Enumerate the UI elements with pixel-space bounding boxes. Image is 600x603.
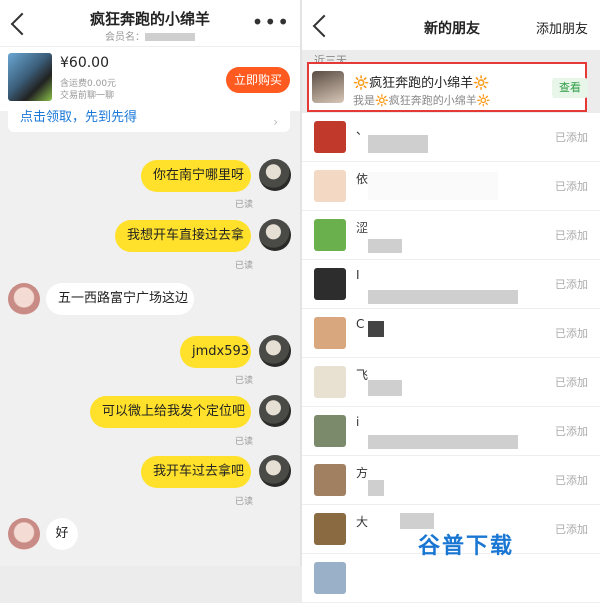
my-avatar[interactable] bbox=[259, 219, 291, 251]
friend-avatar bbox=[314, 317, 346, 349]
blurred-name bbox=[400, 513, 434, 529]
blurred-name bbox=[368, 135, 428, 153]
added-status: 已添加 bbox=[555, 474, 588, 487]
contact-avatar[interactable] bbox=[8, 283, 40, 315]
friend-avatar bbox=[314, 513, 346, 545]
add-friend-button[interactable]: 添加朋友 bbox=[536, 18, 588, 37]
friend-row[interactable]: 飞 已添加 bbox=[302, 358, 600, 407]
blurred-name bbox=[368, 480, 384, 496]
friend-name: 大 bbox=[356, 515, 369, 529]
message-bubble-received[interactable]: 好 bbox=[46, 518, 78, 550]
blurred-name bbox=[368, 380, 402, 396]
view-button[interactable]: 查看 bbox=[552, 78, 588, 98]
product-thumbnail bbox=[8, 53, 52, 101]
product-price: ¥60.00 bbox=[60, 55, 109, 71]
friend-avatar bbox=[314, 562, 346, 594]
added-status: 已添加 bbox=[555, 229, 588, 242]
friend-avatar bbox=[314, 464, 346, 496]
chat-panel: 疯狂奔跑的小绵羊 会员名： ••• ¥60.00 含运费0.00元 交易前聊一聊… bbox=[0, 0, 300, 566]
my-avatar[interactable] bbox=[259, 335, 291, 367]
coupon-text: 点击领取，先到先得 bbox=[20, 110, 138, 125]
friend-name: 飞 bbox=[356, 368, 369, 382]
watermark-logo: 谷普下载 bbox=[418, 534, 515, 559]
friend-name: C bbox=[356, 317, 365, 331]
message-bubble-received[interactable]: 五一西路富宁广场这边 bbox=[46, 283, 194, 315]
added-status: 已添加 bbox=[555, 523, 588, 536]
buy-now-button[interactable]: 立即购买 bbox=[226, 67, 290, 93]
friend-name: I bbox=[356, 268, 360, 282]
added-status: 已添加 bbox=[555, 278, 588, 291]
coupon-banner[interactable]: 点击领取，先到先得 › bbox=[8, 108, 290, 132]
page-title: 新的朋友 bbox=[424, 21, 480, 37]
my-avatar[interactable] bbox=[259, 455, 291, 487]
added-status: 已添加 bbox=[555, 425, 588, 438]
blurred-name bbox=[368, 172, 498, 200]
blurred-name bbox=[368, 435, 518, 449]
contact-avatar[interactable] bbox=[8, 518, 40, 550]
friend-row[interactable]: 方 已添加 bbox=[302, 456, 600, 505]
friend-avatar bbox=[314, 415, 346, 447]
friend-name: i bbox=[356, 415, 360, 429]
chevron-right-icon: › bbox=[273, 115, 278, 129]
friend-name: 涩 bbox=[356, 221, 369, 235]
blurred-name bbox=[368, 239, 402, 253]
product-card[interactable]: ¥60.00 含运费0.00元 交易前聊一聊 立即购买 bbox=[0, 46, 300, 111]
added-status: 已添加 bbox=[555, 376, 588, 389]
friend-row[interactable] bbox=[302, 554, 600, 603]
message-bubble-sent[interactable]: 我想开车直接过去拿 bbox=[115, 220, 251, 252]
friend-request-avatar bbox=[312, 71, 344, 103]
friend-row[interactable]: 涩 已添加 bbox=[302, 211, 600, 260]
back-arrow-icon[interactable] bbox=[10, 12, 34, 36]
blurred-name bbox=[368, 290, 518, 304]
new-friends-header: 新的朋友 添加朋友 bbox=[302, 0, 600, 50]
friend-request-message: 我是🔆疯狂奔跑的小绵羊🔆 bbox=[353, 94, 491, 107]
friend-avatar bbox=[314, 170, 346, 202]
read-status: 已读 bbox=[235, 200, 254, 210]
blurred-member-name bbox=[145, 33, 195, 41]
chat-title: 疯狂奔跑的小绵羊 bbox=[89, 10, 210, 28]
chat-before-trade-text: 交易前聊一聊 bbox=[60, 91, 115, 101]
read-status: 已读 bbox=[235, 261, 254, 271]
my-avatar[interactable] bbox=[259, 159, 291, 191]
blurred-name bbox=[368, 321, 384, 337]
friend-row[interactable]: I 已添加 bbox=[302, 260, 600, 309]
friend-avatar bbox=[314, 268, 346, 300]
member-name-label: 会员名： bbox=[60, 28, 240, 43]
read-status: 已读 bbox=[235, 376, 254, 386]
added-status: 已添加 bbox=[555, 131, 588, 144]
friend-row[interactable]: C 已添加 bbox=[302, 309, 600, 358]
friend-avatar bbox=[314, 366, 346, 398]
back-arrow-icon[interactable] bbox=[312, 14, 336, 38]
friend-avatar bbox=[314, 219, 346, 251]
added-status: 已添加 bbox=[555, 327, 588, 340]
message-bubble-sent[interactable]: 可以微上给我发个定位吧 bbox=[90, 396, 251, 428]
read-status: 已读 bbox=[235, 497, 254, 507]
message-bubble-sent[interactable]: 你在南宁哪里呀 bbox=[141, 160, 251, 192]
friend-row[interactable]: i 已添加 bbox=[302, 407, 600, 456]
friend-name: 方 bbox=[356, 466, 369, 480]
friend-row[interactable]: 、 已添加 bbox=[302, 113, 600, 162]
more-options-icon[interactable]: ••• bbox=[252, 10, 290, 34]
friend-name: 依 bbox=[356, 172, 369, 186]
message-bubble-sent[interactable]: 我开车过去拿吧 bbox=[141, 456, 251, 488]
friend-row[interactable]: 依 已添加 bbox=[302, 162, 600, 211]
added-status: 已添加 bbox=[555, 180, 588, 193]
message-bubble-sent[interactable]: jmdx593 bbox=[180, 336, 251, 368]
friend-name: 、 bbox=[356, 123, 369, 137]
chat-header: 疯狂奔跑的小绵羊 会员名： ••• bbox=[0, 0, 300, 46]
friend-request-name: 🔆疯狂奔跑的小绵羊🔆 bbox=[353, 76, 490, 91]
read-status: 已读 bbox=[235, 437, 254, 447]
my-avatar[interactable] bbox=[259, 395, 291, 427]
friend-avatar bbox=[314, 121, 346, 153]
